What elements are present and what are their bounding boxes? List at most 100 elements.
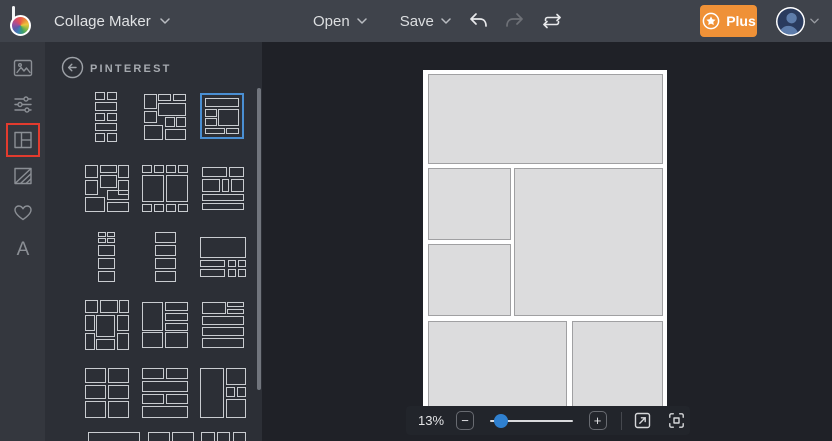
zoom-slider-knob[interactable] <box>494 414 508 428</box>
collage-cell[interactable] <box>428 168 510 241</box>
app-window: Collage Maker Open Save <box>0 0 832 441</box>
layout-thumbnail[interactable] <box>155 232 176 282</box>
layout-thumbnail[interactable] <box>85 300 129 350</box>
thumbnail-cell <box>165 302 188 311</box>
layout-icon <box>12 129 34 151</box>
layout-thumbnail[interactable] <box>201 432 246 441</box>
thumbnail-cell <box>227 309 244 314</box>
collage-cell[interactable] <box>428 74 663 164</box>
open-menu[interactable]: Open <box>313 13 367 30</box>
undo-icon[interactable] <box>466 9 490 33</box>
layout-thumbnail[interactable] <box>142 165 188 212</box>
zoom-percent: 13% <box>418 413 448 428</box>
thumbnail-cell <box>202 167 227 177</box>
thumbnail-cell <box>200 260 225 267</box>
layout-thumbnail[interactable] <box>144 94 186 140</box>
thumbnail-cell <box>201 432 215 441</box>
layout-thumbnail[interactable] <box>202 302 244 348</box>
layout-list <box>45 42 262 441</box>
thumbnail-cell <box>202 327 244 336</box>
thumbnail-cell <box>107 92 117 100</box>
thumbnail-cell <box>202 316 244 326</box>
thumbnail-cell <box>205 98 239 107</box>
zoom-in-button[interactable]: + <box>589 411 607 430</box>
layout-thumbnail[interactable] <box>200 237 246 277</box>
layout-thumbnail[interactable] <box>148 432 194 441</box>
layout-thumbnail[interactable] <box>85 165 129 212</box>
thumbnail-cell <box>158 103 186 116</box>
layout-thumbnail[interactable] <box>202 167 244 210</box>
thumbnail-cell <box>98 258 115 269</box>
sidebar-item-edit[interactable] <box>6 87 40 121</box>
thumbnail-cell <box>95 113 105 121</box>
layout-thumbnail-selected[interactable] <box>200 93 244 139</box>
thumbnail-cell <box>85 385 106 399</box>
thumbnail-cell <box>228 269 236 277</box>
thumbnail-cell <box>144 125 163 140</box>
thumbnail-cell <box>142 175 164 202</box>
collage-cell[interactable] <box>428 244 510 316</box>
svg-text:A: A <box>16 239 29 259</box>
sidebar-item-layouts[interactable] <box>6 123 40 157</box>
collage-page[interactable] <box>423 70 667 434</box>
layout-thumbnail[interactable] <box>142 368 188 418</box>
layout-thumbnail[interactable] <box>88 432 140 441</box>
reset-repeat-icon[interactable] <box>540 9 564 33</box>
thumbnail-cell <box>142 394 164 405</box>
save-menu[interactable]: Save <box>400 13 451 30</box>
zoom-slider[interactable] <box>490 414 573 428</box>
thumbnail-cell <box>107 190 129 199</box>
chevron-down-icon <box>357 18 367 24</box>
panel-scrollbar[interactable] <box>257 88 261 390</box>
resize-export-icon[interactable] <box>629 409 655 433</box>
befunky-logo-icon[interactable] <box>12 5 38 37</box>
layout-thumbnail[interactable] <box>142 302 188 348</box>
thumbnail-cell <box>165 313 188 322</box>
fit-screen-icon[interactable] <box>664 409 690 433</box>
sidebar-item-graphics[interactable] <box>6 159 40 193</box>
tool-sidebar: A <box>0 42 45 441</box>
thumbnail-cell <box>226 368 246 385</box>
thumbnail-cell <box>165 117 175 126</box>
layout-thumbnail[interactable] <box>200 368 246 418</box>
adjust-icon <box>12 93 34 115</box>
layout-thumbnail[interactable] <box>98 232 115 282</box>
chevron-down-icon[interactable] <box>810 18 819 24</box>
texture-icon <box>12 165 34 187</box>
layout-thumbnail[interactable] <box>95 92 117 142</box>
thumbnail-cell <box>107 113 117 121</box>
thumbnail-cell <box>237 387 246 397</box>
sidebar-item-favorites[interactable] <box>6 195 40 229</box>
redo-icon[interactable] <box>503 9 527 33</box>
thumbnail-cell <box>98 238 106 243</box>
collage-cell[interactable] <box>514 168 664 316</box>
sidebar-item-text[interactable]: A <box>6 231 40 265</box>
thumbnail-cell <box>142 332 163 348</box>
thumbnail-cell <box>107 202 129 212</box>
thumbnail-cell <box>95 133 105 142</box>
sidebar-item-photos[interactable] <box>6 51 40 85</box>
thumbnail-cell <box>107 232 115 237</box>
thumbnail-cell <box>96 315 114 337</box>
thumbnail-cell <box>85 180 98 195</box>
thumbnail-cell <box>205 118 217 126</box>
layout-thumbnail[interactable] <box>85 368 129 418</box>
thumbnail-cell <box>155 232 176 243</box>
thumbnail-cell <box>166 368 188 379</box>
layouts-panel: PINTEREST <box>45 42 262 441</box>
thumbnail-cell <box>158 94 171 101</box>
plus-upgrade-button[interactable]: Plus <box>700 5 757 37</box>
thumbnail-cell <box>98 271 115 283</box>
heart-icon <box>12 201 34 223</box>
thumbnail-cell <box>231 179 244 191</box>
app-title: Collage Maker <box>54 13 151 30</box>
zoom-out-button[interactable]: − <box>456 411 474 430</box>
app-title-menu[interactable]: Collage Maker <box>54 0 170 42</box>
thumbnail-cell <box>142 165 152 173</box>
thumbnail-cell <box>228 260 236 267</box>
thumbnail-cell <box>144 94 157 109</box>
thumbnail-cell <box>142 302 163 331</box>
text-icon: A <box>12 237 34 259</box>
user-avatar[interactable] <box>775 6 806 37</box>
zoom-toolbar: 13% − + <box>406 406 690 435</box>
